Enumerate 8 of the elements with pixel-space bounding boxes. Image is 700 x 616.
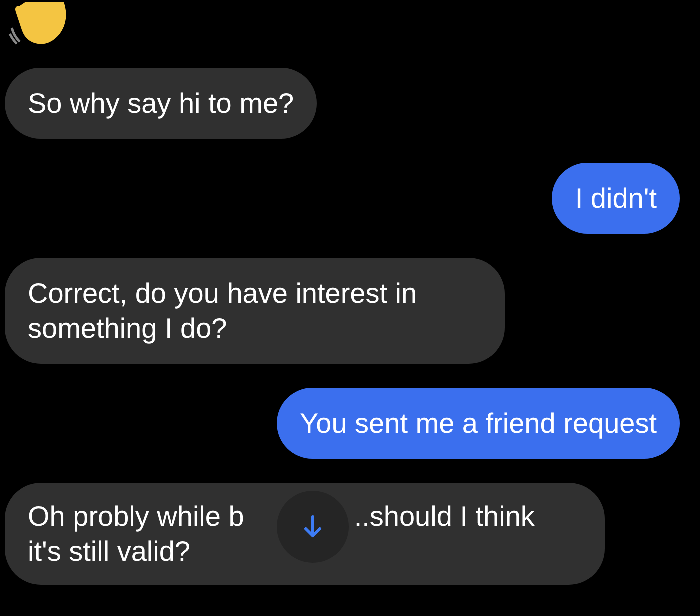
message-text: it's still valid? xyxy=(28,535,192,569)
message-bubble: You sent me a friend request xyxy=(277,388,680,459)
down-arrow-icon xyxy=(303,515,323,539)
message-text: ..should I think xyxy=(354,500,535,534)
message-text: Oh probly while b xyxy=(28,500,244,534)
message-bubble: I didn't xyxy=(552,163,680,234)
message-bubble: So why say hi to me? xyxy=(5,68,318,139)
message-bubble: Correct, do you have interest in something I do? xyxy=(5,258,505,364)
